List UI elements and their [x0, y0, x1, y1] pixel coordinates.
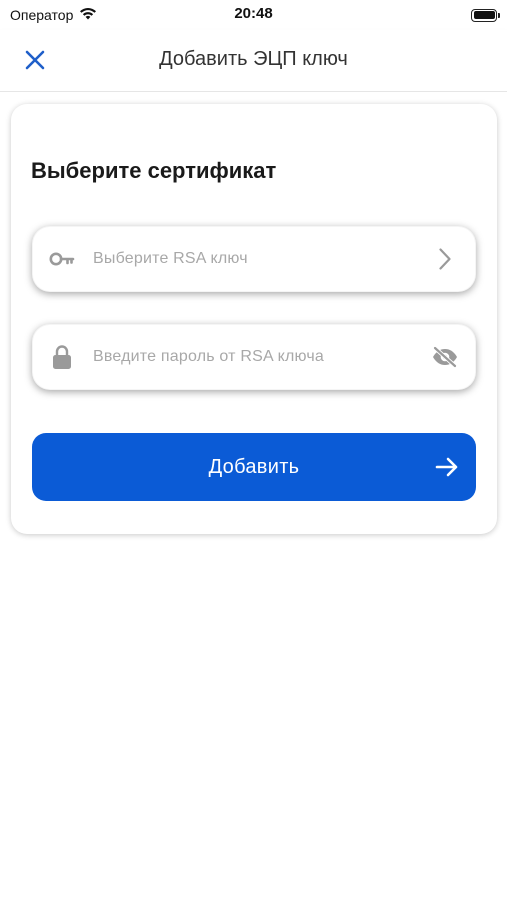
rsa-key-selector[interactable]: Выберите RSA ключ	[32, 226, 476, 292]
wifi-icon	[79, 7, 97, 23]
lock-icon	[49, 345, 75, 369]
chevron-right-icon	[430, 244, 460, 274]
status-time: 20:48	[234, 5, 273, 22]
rsa-key-placeholder: Выберите RSA ключ	[93, 250, 248, 267]
add-button[interactable]: Добавить	[32, 433, 476, 501]
carrier-label: Оператор	[10, 7, 74, 23]
card-title: Выберите сертификат	[31, 158, 277, 183]
screen: Оператор 20:48 Добавить ЭЦП ключ Выберит…	[0, 0, 507, 900]
rsa-password-field[interactable]	[32, 324, 476, 390]
add-button-label: Добавить	[208, 455, 300, 478]
battery-icon	[471, 8, 500, 22]
certificate-card: Выберите сертификат Выберите RSA ключ До…	[11, 104, 497, 534]
status-bar: Оператор 20:48	[0, 0, 507, 30]
key-icon	[49, 247, 75, 271]
page-title: Добавить ЭЦП ключ	[159, 48, 348, 70]
status-left: Оператор	[10, 7, 97, 23]
eye-off-icon[interactable]	[430, 342, 460, 372]
status-right	[471, 8, 500, 22]
nav-bar: Добавить ЭЦП ключ	[0, 30, 507, 92]
arrow-right-icon	[435, 457, 458, 477]
rsa-password-input[interactable]	[93, 348, 430, 366]
